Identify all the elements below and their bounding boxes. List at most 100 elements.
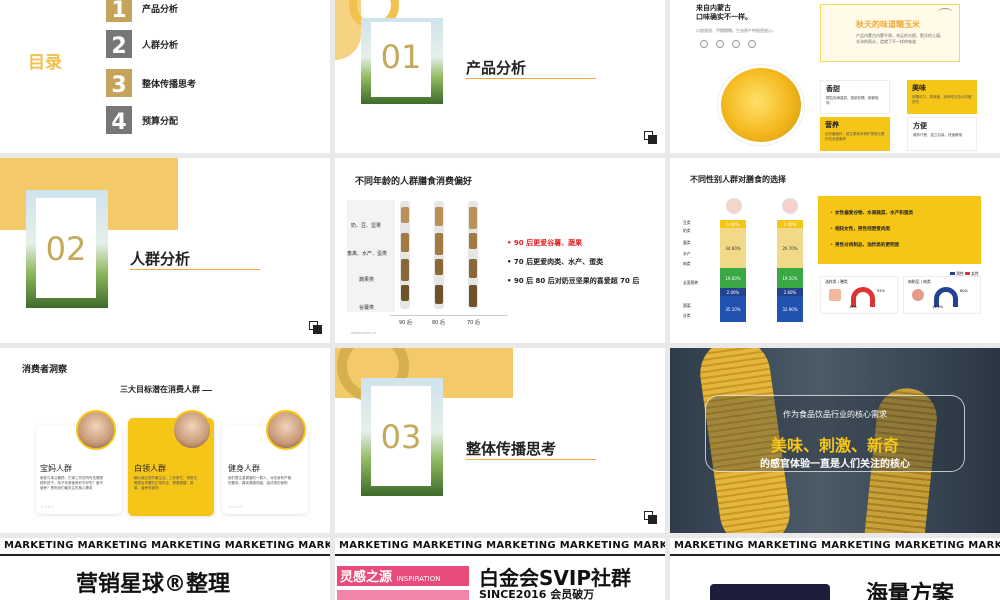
stack-seg: 35.10% [720, 296, 746, 322]
tube-fill [435, 207, 443, 226]
rating-stars: ☆☆☆☆ [40, 504, 55, 509]
feature-title: 香甜 [826, 85, 840, 93]
female-stack: 1.00% 34.60% 19.00% 2.00% 35.10% [720, 220, 746, 322]
toc-number: 3 [106, 69, 132, 97]
banner-rule [0, 554, 330, 556]
avatar-female [782, 198, 798, 214]
slide-section-02[interactable]: 02 人群分析 [0, 158, 330, 343]
slide-product[interactable]: 来自内蒙古 口味确实不一样。 口感香甜、甲糯糯糯。生态原产种植更放心。 秋天的味… [670, 0, 1000, 153]
badge-text: 灵感之源 [340, 570, 393, 585]
laptop-screen [710, 584, 830, 600]
highlight-title: 秋天的味道糯玉米 [856, 20, 920, 29]
persona-name: 宝妈人群 [40, 464, 72, 473]
bullet-point: • 70 后更爱肉类、水产、蛋类 [507, 258, 604, 266]
number-card: 01 [371, 22, 431, 97]
section-title: 产品分析 [466, 59, 527, 77]
feature-desc: 含有膳食纤、维生素和多种矿物质元素补充全面营养 [825, 132, 885, 141]
feature-desc: 懒熟代餐、独立包装、快速解饿 [913, 133, 962, 137]
corn-circle-photo [718, 65, 804, 145]
x-label: 90 后 [399, 320, 412, 326]
slide-consumer-insight[interactable]: 消费者洞察 三大目标潜在消费人群 宝妈人群 家庭与事业兼顾，忙碌工作的同时还需照… [0, 348, 330, 533]
section-number: 01 [380, 38, 422, 76]
seed-icon [748, 40, 756, 48]
footer-url: www.xxxxx.cn [351, 331, 376, 335]
feature-card-convenient: 方便 懒熟代餐、独立包装、快速解饿 [907, 117, 977, 151]
slide-age-chart[interactable]: 不同年龄的人群膳食消费偏好 奶、豆、坚果 畜禽、水产、蛋类 蔬果类 谷薯类 90… [335, 158, 665, 343]
row-label: 谷薯类 [359, 305, 375, 311]
section-number: 03 [380, 418, 422, 456]
bullet-text: 90 后 80 后对奶豆坚果的喜爱超 70 后 [513, 277, 640, 285]
toc-label: 产品分析 [142, 4, 179, 15]
mini-chart-title: 油炸类 / 膳类 [825, 279, 848, 284]
row-label: 畜禽、水产、蛋类 [347, 251, 388, 257]
persona-name: 白领人群 [134, 464, 166, 473]
drop-icon [716, 40, 724, 48]
slide-toc[interactable]: 目录 1 产品分析 2 人群分析 3 整体传播思考 4 预算分配 [0, 0, 330, 153]
frame-icon [644, 511, 658, 525]
section-underline [466, 459, 596, 460]
feature-title: 美味 [912, 84, 926, 92]
slide-core-demand[interactable]: 作为食品饮品行业的核心需求 美味、刺激、新奇 的感官体验一直是人们关注的核心 [670, 348, 1000, 533]
insight-line-3: 的感官体验一直是人们关注的核心 [760, 459, 910, 470]
section-title: 整体传播思考 [466, 440, 557, 458]
number-card: 02 [36, 198, 96, 298]
toc-item-1[interactable]: 1 产品分析 [106, 0, 178, 22]
tube [468, 201, 478, 309]
toc-number: 4 [106, 106, 132, 134]
feature-icons [700, 40, 756, 48]
insight-point: 男性对肉制品、油炸类的更明显 [830, 242, 899, 248]
stack-seg: 19.50% [777, 268, 803, 288]
insight-panel: 女性偏爱谷物、水果蔬菜、水产和蛋类 相较女性，男性则更爱肉类 男性对肉制品、油炸… [818, 196, 981, 264]
inspiration-badge: 灵感之源 INSPIRATION [337, 566, 469, 586]
product-subtitle: 口感香甜、甲糯糯糯。生态原产种植更放心。 [696, 28, 776, 33]
slide-section-03[interactable]: 03 整体传播思考 [335, 348, 665, 533]
stack-seg: 32.90% [777, 296, 803, 322]
toc-item-3[interactable]: 3 整体传播思考 [106, 69, 196, 97]
headline-line-2: 口味确实不一样。 [696, 12, 752, 21]
toc-number: 2 [106, 30, 132, 58]
highlight-text: 产品内蒙古内蒙平原，充足的光照、肥沃的土壤、丰沛的雨水，造就了不一样的味道 [856, 33, 944, 44]
marketing-banner: MARKETING MARKETING MARKETING MARKETING … [339, 540, 665, 551]
toc-number: 1 [106, 0, 132, 22]
persona-desc: 家庭与事业兼顾，忙碌工作的同时还需照顾好孩子；孩子饮食营养好不好吃？营不营养？是… [40, 476, 103, 490]
persona-name: 健身人群 [228, 464, 260, 473]
tube-fill [469, 259, 477, 278]
feature-desc: 软糯可口，风味美、多种吃法怎么吃都好吃 [912, 95, 972, 104]
promo-tile-left[interactable]: MARKETING MARKETING MARKETING MARKETING … [0, 538, 330, 600]
sun-icon [732, 40, 740, 48]
toc-item-2[interactable]: 2 人群分析 [106, 30, 178, 58]
stack-seg: 2.60% [777, 288, 803, 296]
promo-tile-right[interactable]: MARKETING MARKETING MARKETING MARKETING … [670, 538, 1000, 600]
bullet-point: • 90 后更爱谷薯、蔬果 [507, 239, 583, 247]
promo-since: SINCE2016 会员破万 [479, 588, 595, 600]
tube [434, 201, 444, 309]
section-title: 人群分析 [130, 250, 191, 268]
feature-title: 营养 [825, 121, 839, 129]
side-label: 蛋类 [683, 240, 691, 245]
slide-title: 消费者洞察 [22, 365, 68, 375]
slide-gender-chart[interactable]: 不同性别人群对膳食的选择 豆类 奶类 蛋类 水产 肉类 全面营养 蔬菜 谷类 1… [670, 158, 1000, 343]
stack-seg: 19.00% [720, 268, 746, 288]
tube-fill [469, 233, 477, 249]
promo-title: 海量方案 [866, 582, 955, 600]
gauge-value: 15% [849, 305, 857, 309]
promo-title: 营销星球®整理 [76, 572, 231, 597]
slide-section-01[interactable]: 01 产品分析 [335, 0, 665, 153]
tube-fill [435, 233, 443, 255]
marketing-banner: MARKETING MARKETING MARKETING MARKETING … [4, 540, 330, 551]
side-label: 奶类 [683, 228, 691, 233]
feature-card-nutrition: 营养 含有膳食纤、维生素和多种矿物质元素补充全面营养 [820, 117, 890, 151]
feature-card-sweet: 香甜 颗粒饱满香甜、香甜软糯、都都取有。 [820, 80, 890, 114]
tube-fill [401, 207, 409, 223]
rating-stars: ☆☆☆☆ [228, 504, 243, 509]
gauge-value: 52% [877, 289, 885, 293]
insight-point: 女性偏爱谷物、水果蔬菜、水产和蛋类 [830, 210, 913, 216]
toc-item-4[interactable]: 4 预算分配 [106, 106, 178, 134]
product-headline: 来自内蒙古 口味确实不一样。 [696, 4, 752, 22]
insight-point: 相较女性，男性则更爱肉类 [830, 226, 890, 232]
banner-rule [670, 554, 1000, 556]
promo-tile-center[interactable]: MARKETING MARKETING MARKETING MARKETING … [335, 538, 665, 600]
section-underline [130, 269, 260, 270]
feature-title: 方便 [913, 122, 927, 130]
persona-photo [76, 410, 116, 450]
